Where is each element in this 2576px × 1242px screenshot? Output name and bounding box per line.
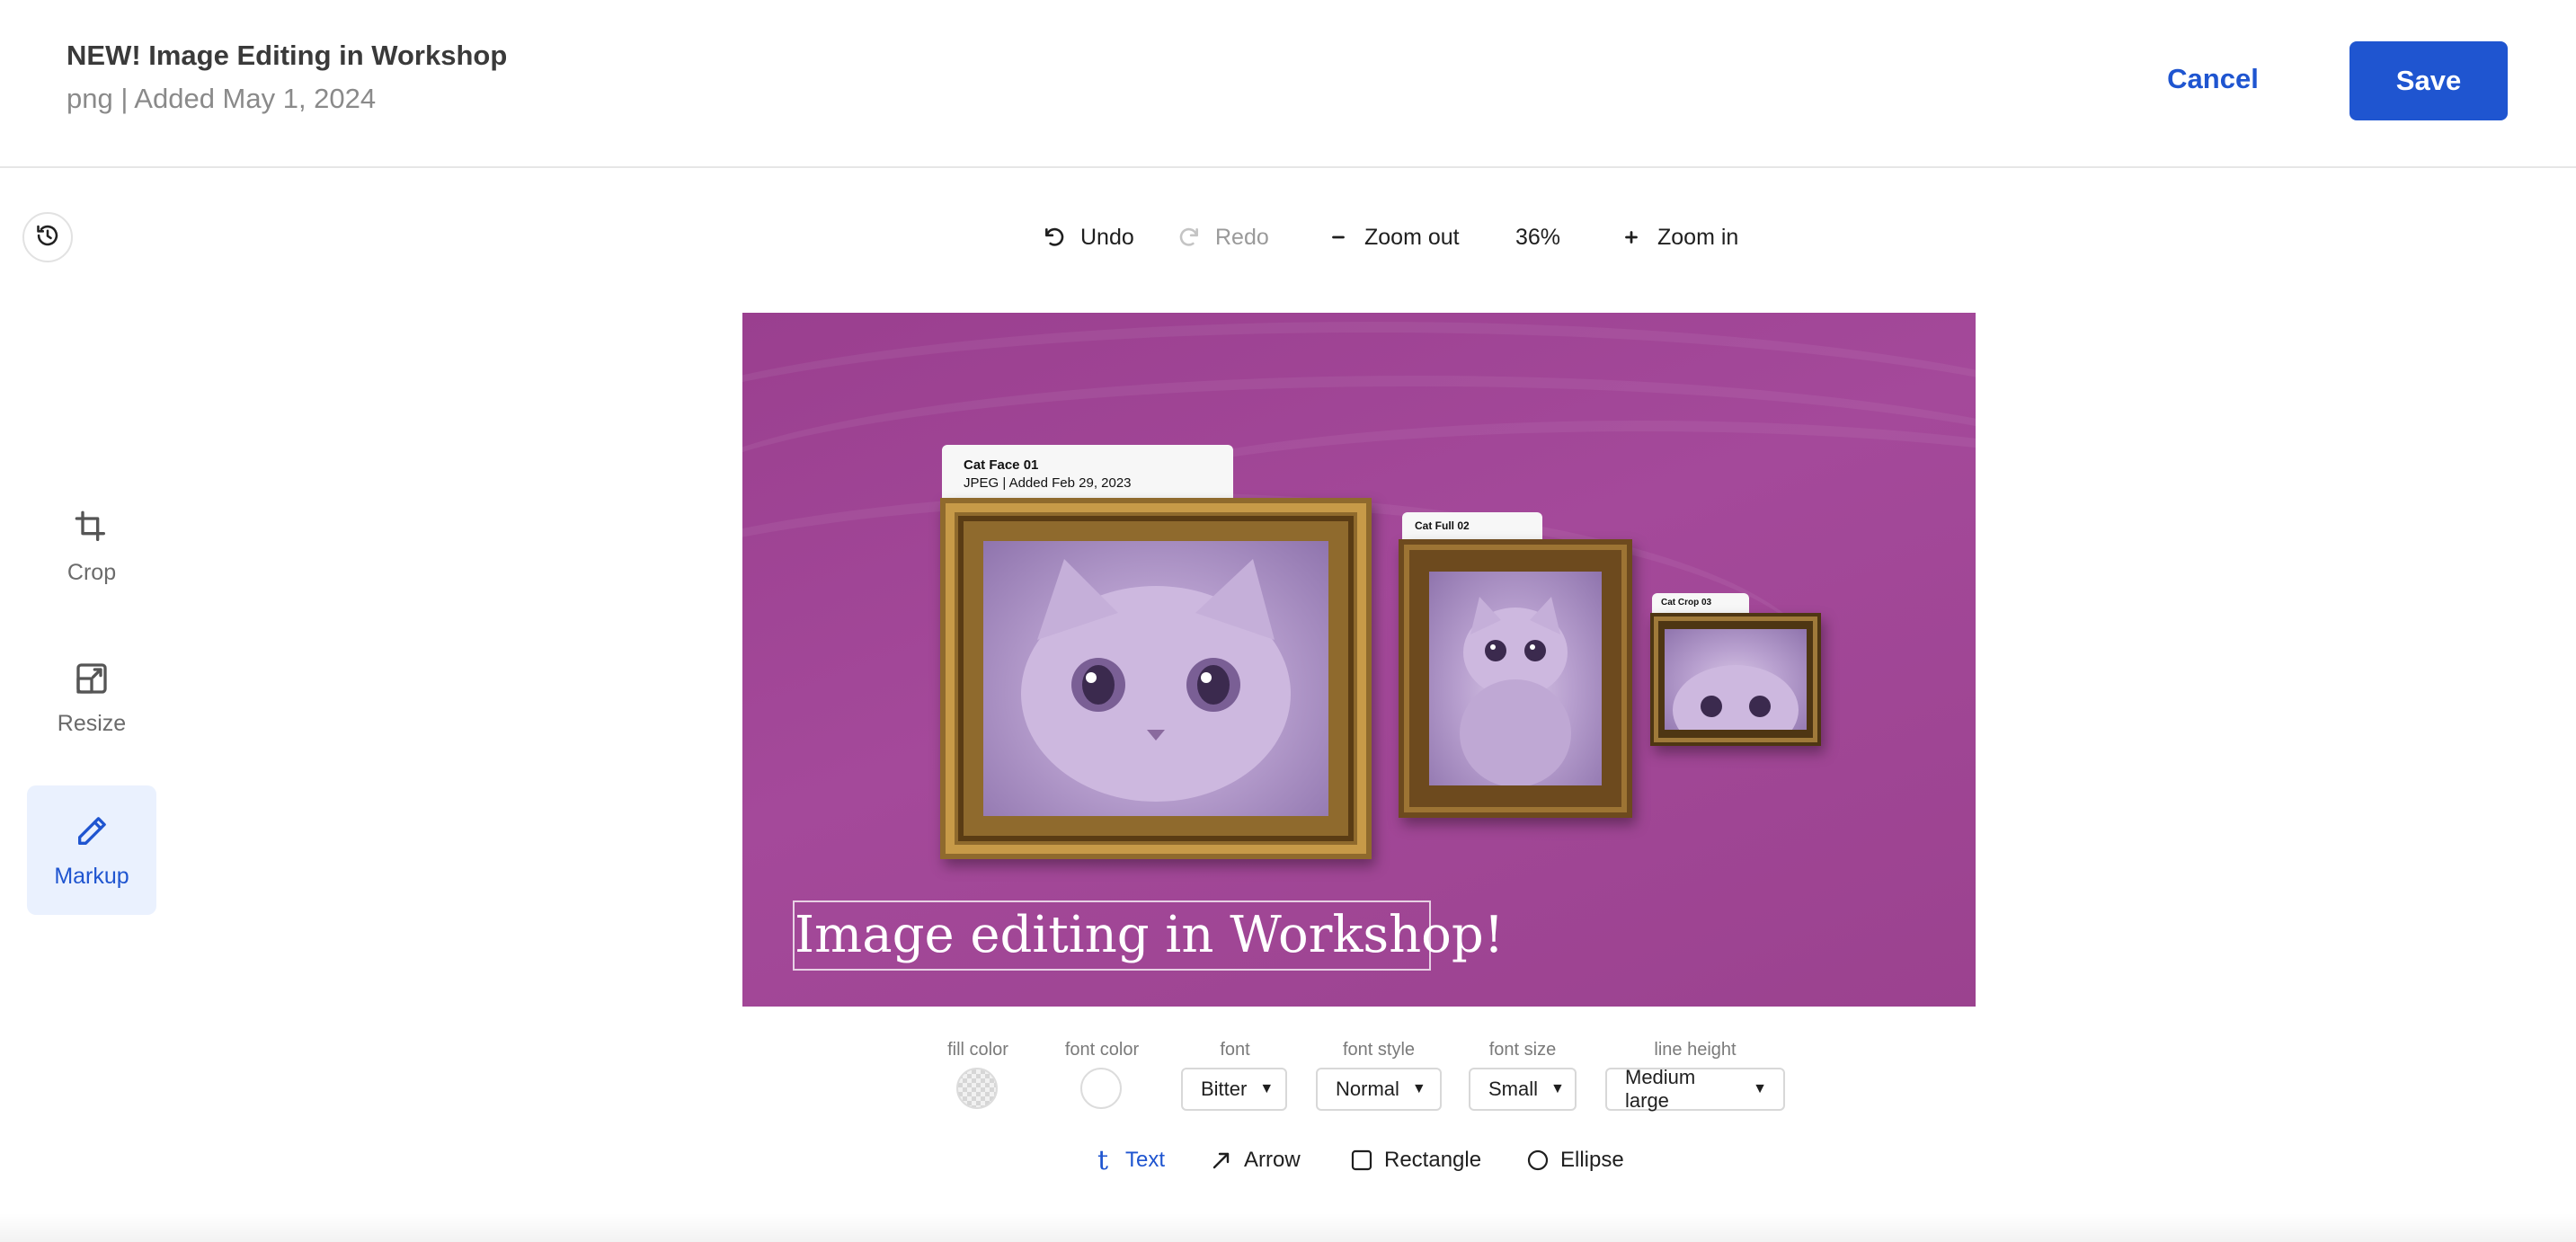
picture-frame — [1399, 539, 1632, 818]
card-title: Cat Full 02 — [1415, 519, 1470, 532]
history-button[interactable] — [22, 212, 73, 262]
caret-down-icon: ▼ — [1259, 1081, 1275, 1096]
tool-markup[interactable]: Markup — [27, 785, 156, 915]
tool-crop[interactable]: Crop — [27, 482, 156, 611]
cat-photo — [1665, 629, 1807, 730]
text-icon: t — [1097, 1144, 1109, 1176]
shape-rectangle-label: Rectangle — [1384, 1148, 1482, 1172]
zoom-level: 36% — [1515, 225, 1561, 250]
shape-text-button[interactable]: t Text — [1091, 1141, 1165, 1179]
font-select[interactable]: Bitter ▼ — [1181, 1068, 1287, 1111]
image-canvas[interactable]: Cat Face 01 JPEG | Added Feb 29, 2023 Ca… — [742, 313, 1976, 1007]
fill-color-swatch[interactable] — [956, 1068, 998, 1109]
bottom-edge-shadow — [0, 1213, 2576, 1242]
shape-text-label: Text — [1125, 1148, 1166, 1172]
tool-resize[interactable]: Resize — [27, 633, 156, 762]
font-size-label: font size — [1488, 1040, 1557, 1060]
zoom-out-button[interactable]: Zoom out — [1325, 216, 1460, 259]
caret-down-icon: ▼ — [1753, 1081, 1767, 1096]
font-style-value: Normal — [1336, 1078, 1399, 1100]
undo-label: Undo — [1080, 224, 1134, 250]
page-title: NEW! Image Editing in Workshop — [67, 40, 508, 71]
zoom-in-label: Zoom in — [1657, 224, 1739, 250]
tool-crop-label: Crop — [67, 559, 117, 585]
font-value: Bitter — [1201, 1078, 1248, 1100]
font-label: font — [1220, 1040, 1250, 1060]
resize-icon — [72, 659, 111, 698]
font-color-label: font color — [1064, 1040, 1140, 1060]
pencil-icon — [72, 812, 111, 851]
undo-icon — [1041, 224, 1068, 251]
redo-icon — [1176, 224, 1203, 251]
tool-resize-label: Resize — [57, 710, 127, 736]
font-size-value: Small — [1488, 1078, 1539, 1100]
arrow-icon — [1210, 1149, 1233, 1172]
font-color-swatch[interactable] — [1080, 1068, 1122, 1109]
file-meta: png | Added May 1, 2024 — [67, 83, 377, 114]
shape-ellipse-label: Ellipse — [1560, 1148, 1624, 1172]
fill-color-label: fill color — [947, 1040, 1008, 1060]
picture-frame — [1650, 613, 1821, 746]
rectangle-icon — [1350, 1149, 1373, 1172]
redo-label: Redo — [1215, 224, 1269, 250]
card-tab: Cat Face 01 JPEG | Added Feb 29, 2023 — [942, 445, 1233, 502]
card-tab: Cat Crop 03 — [1652, 593, 1749, 613]
picture-frame — [940, 498, 1372, 859]
header: NEW! Image Editing in Workshop png | Add… — [0, 0, 2576, 168]
history-icon — [35, 223, 60, 253]
cat-photo — [983, 541, 1328, 816]
zoom-in-button[interactable]: Zoom in — [1618, 216, 1738, 259]
card-title: Cat Crop 03 — [1661, 598, 1712, 608]
zoom-out-label: Zoom out — [1364, 224, 1460, 250]
undo-button[interactable]: Undo — [1041, 216, 1134, 259]
font-size-select[interactable]: Small ▼ — [1469, 1068, 1577, 1111]
card-tab: Cat Full 02 — [1402, 512, 1542, 539]
line-height-label: line height — [1654, 1040, 1737, 1060]
shape-arrow-label: Arrow — [1244, 1148, 1301, 1172]
ellipse-icon — [1526, 1149, 1550, 1172]
font-style-label: font style — [1342, 1040, 1416, 1060]
tool-markup-label: Markup — [54, 863, 129, 889]
minus-icon — [1325, 224, 1352, 251]
shape-arrow-button[interactable]: Arrow — [1210, 1141, 1301, 1179]
card-meta: JPEG | Added Feb 29, 2023 — [964, 475, 1132, 491]
font-style-select[interactable]: Normal ▼ — [1316, 1068, 1442, 1111]
canvas-text-box[interactable]: Image editing in Workshop! — [793, 900, 1504, 971]
shape-rectangle-button[interactable]: Rectangle — [1350, 1141, 1481, 1179]
line-height-select[interactable]: Medium large ▼ — [1605, 1066, 1785, 1112]
redo-button[interactable]: Redo — [1176, 216, 1269, 259]
plus-icon — [1618, 224, 1645, 251]
shape-ellipse-button[interactable]: Ellipse — [1526, 1141, 1624, 1179]
caret-down-icon: ▼ — [1550, 1081, 1565, 1096]
line-height-value: Medium large — [1625, 1066, 1696, 1112]
cancel-button[interactable]: Cancel — [2141, 41, 2285, 117]
crop-icon — [72, 508, 111, 547]
card-title: Cat Face 01 — [964, 457, 1039, 473]
save-button[interactable]: Save — [2349, 41, 2508, 120]
caret-down-icon: ▼ — [1411, 1081, 1426, 1096]
cat-photo — [1429, 572, 1602, 785]
